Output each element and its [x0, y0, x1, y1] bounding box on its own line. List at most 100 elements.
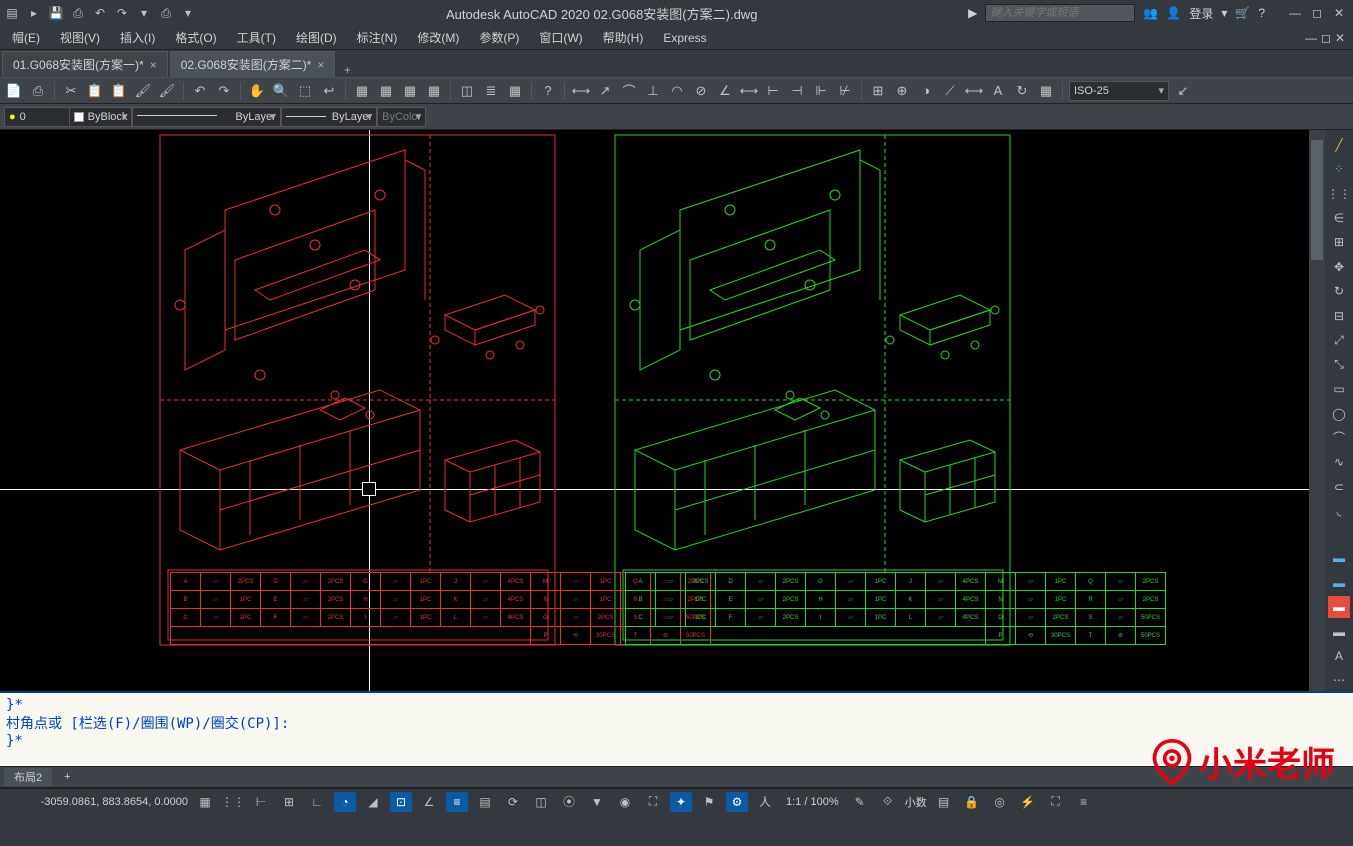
maximize-icon[interactable]: ◻ [1307, 6, 1327, 20]
palette-split-icon[interactable]: ▬ [1328, 547, 1350, 568]
menu-tools[interactable]: 工具(T) [227, 29, 286, 46]
update-icon[interactable]: ↻ [1012, 81, 1032, 101]
tool-pline-icon[interactable]: ⁘ [1328, 158, 1350, 179]
search-play-icon[interactable]: ▶ [968, 6, 977, 20]
menu-insert[interactable]: 插入(I) [110, 29, 165, 46]
dim-linear-icon[interactable]: ⟷ [571, 81, 591, 101]
qat-save-icon[interactable]: 💾 [48, 5, 64, 21]
help-icon[interactable]: ? [1258, 6, 1265, 20]
props-icon[interactable]: ▦ [352, 81, 372, 101]
annoscale-icon[interactable]: ⛶ [642, 792, 664, 812]
tool-palette-icon[interactable]: ▦ [400, 81, 420, 101]
tool-array-icon[interactable]: ⊞ [1328, 232, 1350, 253]
qat-more-icon[interactable]: ▾ [180, 5, 196, 21]
copy-icon[interactable]: 📋 [85, 81, 105, 101]
dim-quick-icon[interactable]: ⟷ [739, 81, 759, 101]
help2-icon[interactable]: ? [538, 81, 558, 101]
palette-red-icon[interactable]: ▬ [1328, 596, 1350, 617]
drawing-area[interactable]: A▱2PCSD▱2PCSG▱1PCJ▱4PCSM▱1PCQ▱2PCS B▱1PC… [0, 130, 1309, 691]
tool-trim-icon[interactable]: ⊟ [1328, 305, 1350, 326]
paste-icon[interactable]: 📋 [109, 81, 129, 101]
tool-rotate-icon[interactable]: ↻ [1328, 281, 1350, 302]
lock-ui-icon[interactable]: 🔒 [961, 792, 983, 812]
annovisibility-icon[interactable]: 人 [754, 792, 776, 812]
dim-angular-icon[interactable]: ∠ [715, 81, 735, 101]
dimstyle-icon[interactable]: ▦ [1036, 81, 1056, 101]
infocenter-icon[interactable]: 👥 [1143, 6, 1158, 20]
jogged-icon[interactable]: ⟋ [940, 81, 960, 101]
dim-diameter-icon[interactable]: ⊘ [691, 81, 711, 101]
dimstyle-apply-icon[interactable]: ↙ [1173, 81, 1193, 101]
tool-stretch-icon[interactable]: ⤡ [1328, 354, 1350, 375]
cart-icon[interactable]: 🛒 [1235, 6, 1250, 20]
quickprops-icon[interactable]: ▤ [933, 792, 955, 812]
qat-redo-icon[interactable]: ↷ [114, 5, 130, 21]
tool-ellipse-icon[interactable]: ◯ [1328, 403, 1350, 424]
tool-spline-icon[interactable]: ∿ [1328, 452, 1350, 473]
palette-more-icon[interactable]: ⋯ [1328, 670, 1350, 691]
transparency-icon[interactable]: ▤ [474, 792, 496, 812]
units-icon[interactable]: ⟐ [877, 792, 899, 812]
brush-icon[interactable]: 🖌 [157, 81, 177, 101]
lwt-toggle-icon[interactable]: ≡ [446, 792, 468, 812]
annoauto-icon[interactable]: ⚙ [726, 792, 748, 812]
qat-undo-icon[interactable]: ↶ [92, 5, 108, 21]
dim-continue-icon[interactable]: ⊣ [787, 81, 807, 101]
tool-arc-icon[interactable]: ∈ [1328, 207, 1350, 228]
match-icon[interactable]: 🖌 [133, 81, 153, 101]
dim-aligned-icon[interactable]: ↗ [595, 81, 615, 101]
snap-toggle-icon[interactable]: ⋮⋮ [222, 792, 244, 812]
sheet-icon[interactable]: ▦ [376, 81, 396, 101]
tool-construct-icon[interactable]: ⋮⋮ [1328, 183, 1350, 204]
qat-new-icon[interactable]: ▤ [4, 5, 20, 21]
tab-1-close-icon[interactable]: × [150, 58, 157, 72]
document-tab-2[interactable]: 02.G068安装图(方案二)* × [170, 51, 336, 77]
doc-close-icon[interactable]: ✕ [1335, 31, 1345, 45]
qat-print-icon[interactable]: ⎙ [158, 5, 174, 21]
hwacc-icon[interactable]: ⚡ [1017, 792, 1039, 812]
menu-modify[interactable]: 修改(M) [407, 29, 469, 46]
color-combo[interactable]: ByBlock [69, 107, 133, 127]
layer-states-icon[interactable]: ≣ ByBlock ByLayer ByLayer ByColor [232, 107, 252, 127]
annomonitor-icon[interactable]: ⚑ [698, 792, 720, 812]
workspace-switch-icon[interactable]: ✦ [670, 792, 692, 812]
customize-icon[interactable]: ✎ [849, 792, 871, 812]
cut-icon[interactable]: ✂ [61, 81, 81, 101]
dim-arc-icon[interactable]: ⌒ [619, 81, 639, 101]
layer-icon[interactable]: ≣ [481, 81, 501, 101]
menu-parametric[interactable]: 参数(P) [469, 29, 529, 46]
new-tab-button[interactable]: + [335, 63, 359, 77]
grid-toggle-icon[interactable]: ▦ [194, 792, 216, 812]
cleanscreen-icon[interactable]: ⛶ [1045, 792, 1067, 812]
login-label[interactable]: 登录 [1189, 5, 1213, 22]
zoom-prev-icon[interactable]: ↩ [319, 81, 339, 101]
calc-icon[interactable]: ▦ [424, 81, 444, 101]
dimtedit-icon[interactable]: A [988, 81, 1008, 101]
palette-text-icon[interactable]: A [1328, 645, 1350, 666]
polar-toggle-icon[interactable]: ◔ [334, 792, 356, 812]
print-icon[interactable]: ⎙ [28, 81, 48, 101]
otrack-toggle-icon[interactable]: ∠ [418, 792, 440, 812]
dim-icon[interactable]: ▦ [505, 81, 525, 101]
close-icon[interactable]: ✕ [1329, 6, 1349, 20]
block-icon[interactable]: ◫ [457, 81, 477, 101]
isolate-icon[interactable]: ◎ [989, 792, 1011, 812]
signin-icon[interactable]: 👤 [1166, 6, 1181, 20]
dim-radius-icon[interactable]: ◠ [667, 81, 687, 101]
lineweight-combo[interactable]: ByLayer [281, 107, 377, 127]
qat-plot-icon[interactable]: ⎙ [70, 5, 86, 21]
infer-toggle-icon[interactable]: ⊢ [250, 792, 272, 812]
menu-draw[interactable]: 绘图(D) [286, 29, 347, 46]
tool-move-icon[interactable]: ✥ [1328, 256, 1350, 277]
doc-maximize-icon[interactable]: ◻ [1321, 31, 1331, 45]
tab-2-close-icon[interactable]: × [317, 58, 324, 72]
zoom-window-icon[interactable]: ⬚ [295, 81, 315, 101]
tool-arc2-icon[interactable]: ⌒ [1328, 427, 1350, 448]
linetype-combo[interactable]: ByLayer [132, 107, 280, 127]
menu-edit[interactable]: 帽(E) [2, 29, 50, 46]
undo-icon[interactable]: ↶ [190, 81, 210, 101]
dim-baseline-icon[interactable]: ⊢ [763, 81, 783, 101]
dim-ord-icon[interactable]: ⊥ [643, 81, 663, 101]
document-tab-1[interactable]: 01.G068安装图(方案一)* × [2, 51, 168, 77]
menu-window[interactable]: 窗口(W) [529, 29, 592, 46]
